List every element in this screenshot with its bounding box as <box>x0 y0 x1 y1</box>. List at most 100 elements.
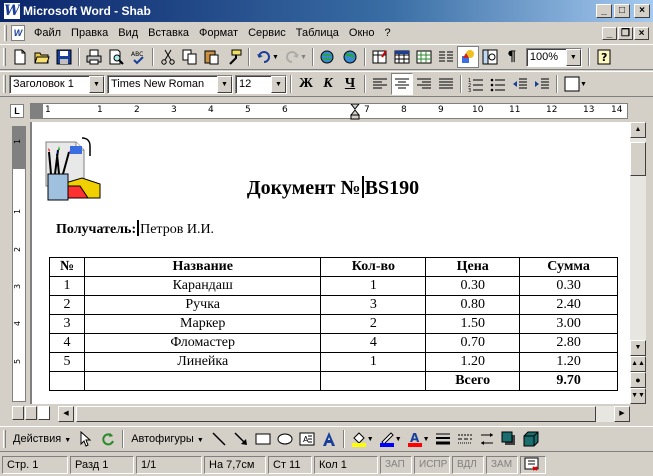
scroll-right-button[interactable]: ▶ <box>614 406 630 422</box>
print-icon[interactable] <box>83 46 105 68</box>
table-cell[interactable]: Фломастер <box>83 333 322 353</box>
web-layout-view-button[interactable] <box>25 406 37 420</box>
copy-icon[interactable] <box>179 46 201 68</box>
status-page-count[interactable]: 1/1 <box>136 456 202 474</box>
document-area[interactable]: Документ № BS190 Получатель: Петров И.И. №… <box>30 122 630 404</box>
chevron-down-icon[interactable]: ▼ <box>217 75 232 93</box>
chevron-down-icon[interactable]: ▼ <box>271 75 286 93</box>
doc-restore-button[interactable]: ❐ <box>618 26 633 40</box>
select-browse-object-button[interactable]: ● <box>630 372 646 388</box>
insert-table-icon[interactable] <box>391 46 413 68</box>
web-toolbar-icon[interactable] <box>339 46 361 68</box>
ruler-strip[interactable]: 1 1 2 3 4 5 6 7 8 9 10 11 12 13 14 <box>30 103 628 120</box>
vertical-ruler[interactable]: 1 1 2 3 4 5 <box>0 122 28 404</box>
line-icon[interactable] <box>208 428 230 450</box>
status-position[interactable]: На 7,7см <box>204 456 266 474</box>
oval-icon[interactable] <box>274 428 296 450</box>
arrow-style-icon[interactable] <box>476 428 498 450</box>
columns-icon[interactable] <box>435 46 457 68</box>
chevron-down-icon[interactable]: ▼ <box>89 75 104 93</box>
align-left-icon[interactable] <box>369 73 391 95</box>
table-cell[interactable]: 0.30 <box>519 276 618 296</box>
toolbar-grip[interactable] <box>3 75 6 93</box>
numbering-icon[interactable]: 123 <box>465 73 487 95</box>
bullets-icon[interactable] <box>487 73 509 95</box>
align-center-icon[interactable] <box>391 73 413 95</box>
table-cell[interactable]: Карандаш <box>83 276 322 296</box>
toolbar-grip[interactable] <box>3 48 6 66</box>
status-line[interactable]: Ст 11 <box>268 456 312 474</box>
table-cell[interactable]: 1 <box>320 352 427 372</box>
table-cell[interactable]: 1 <box>49 276 85 296</box>
status-rec[interactable]: ЗАП <box>380 456 412 474</box>
table-cell[interactable]: 1.20 <box>425 352 521 372</box>
arrow-icon[interactable] <box>230 428 252 450</box>
tab-selector-button[interactable]: L <box>10 104 24 118</box>
table-cell[interactable]: 1.50 <box>425 314 521 334</box>
shadow-icon[interactable] <box>498 428 520 450</box>
line-style-icon[interactable] <box>432 428 454 450</box>
menu-tools[interactable]: Сервис <box>243 27 291 39</box>
menu-grip[interactable] <box>4 25 7 41</box>
undo-dropdown-icon[interactable]: ▼ <box>272 54 279 61</box>
next-page-button[interactable]: ▼▼ <box>630 388 646 404</box>
style-select[interactable]: Заголовок 1 ▼ <box>9 74 105 94</box>
italic-button[interactable]: К <box>317 73 339 95</box>
table-cell[interactable]: 2 <box>320 314 427 334</box>
font-color-dropdown-icon[interactable]: ▼ <box>423 436 430 443</box>
3d-icon[interactable] <box>520 428 542 450</box>
align-right-icon[interactable] <box>413 73 435 95</box>
scroll-left-button[interactable]: ◀ <box>58 406 74 422</box>
document-page[interactable]: Документ № BS190 Получатель: Петров И.И. №… <box>32 122 630 404</box>
table-cell[interactable]: Линейка <box>83 352 322 372</box>
status-ovr[interactable]: ЗАМ <box>486 456 518 474</box>
decrease-indent-icon[interactable] <box>509 73 531 95</box>
scroll-up-button[interactable]: ▲ <box>630 122 646 138</box>
table-cell[interactable]: 2.40 <box>519 295 618 315</box>
tables-borders-icon[interactable] <box>369 46 391 68</box>
spelling-icon[interactable]: ABC <box>127 46 149 68</box>
status-page[interactable]: Стр. 1 <box>2 456 68 474</box>
status-trk[interactable]: ИСПР <box>414 456 450 474</box>
status-section[interactable]: Разд 1 <box>70 456 134 474</box>
print-layout-view-button[interactable] <box>38 406 50 420</box>
select-objects-icon[interactable] <box>75 428 97 450</box>
menu-view[interactable]: Вид <box>113 27 143 39</box>
document-heading[interactable]: Документ № BS190 <box>32 176 630 200</box>
indent-marker-icon[interactable] <box>350 104 360 120</box>
items-table[interactable]: № Название Кол-во Цена Сумма 1 Карандаш … <box>49 257 618 391</box>
menu-insert[interactable]: Вставка <box>143 27 194 39</box>
insert-excel-icon[interactable] <box>413 46 435 68</box>
dash-style-icon[interactable] <box>454 428 476 450</box>
save-icon[interactable] <box>53 46 75 68</box>
table-cell[interactable]: 3 <box>320 295 427 315</box>
format-painter-icon[interactable] <box>223 46 245 68</box>
office-assistant-icon[interactable]: ? <box>593 46 615 68</box>
spelling-status-icon[interactable] <box>520 456 546 474</box>
rectangle-icon[interactable] <box>252 428 274 450</box>
document-map-icon[interactable] <box>479 46 501 68</box>
column-header-number[interactable]: № <box>49 257 85 277</box>
table-cell[interactable]: 2 <box>49 295 85 315</box>
total-value[interactable]: 9.70 <box>519 371 618 391</box>
font-size-select[interactable]: 12 ▼ <box>235 74 287 94</box>
table-cell[interactable]: Ручка <box>83 295 322 315</box>
status-ext[interactable]: ВДЛ <box>452 456 484 474</box>
hyperlink-icon[interactable] <box>317 46 339 68</box>
vertical-ruler-strip[interactable]: 1 1 2 3 4 5 <box>12 126 26 402</box>
increase-indent-icon[interactable] <box>531 73 553 95</box>
table-cell[interactable]: 4 <box>49 333 85 353</box>
table-cell[interactable]: 5 <box>49 352 85 372</box>
doc-close-button[interactable]: × <box>634 26 649 40</box>
table-cell[interactable]: 1.20 <box>519 352 618 372</box>
document-icon[interactable]: W <box>11 25 25 41</box>
open-folder-icon[interactable] <box>31 46 53 68</box>
table-cell[interactable]: 2.80 <box>519 333 618 353</box>
drawing-icon[interactable] <box>456 46 479 68</box>
table-cell[interactable]: 3.00 <box>519 314 618 334</box>
font-select[interactable]: Times New Roman ▼ <box>107 74 233 94</box>
table-cell[interactable]: 0.80 <box>425 295 521 315</box>
column-header-sum[interactable]: Сумма <box>519 257 618 277</box>
word-app-icon[interactable]: W <box>4 3 20 19</box>
underline-button[interactable]: Ч <box>339 73 361 95</box>
